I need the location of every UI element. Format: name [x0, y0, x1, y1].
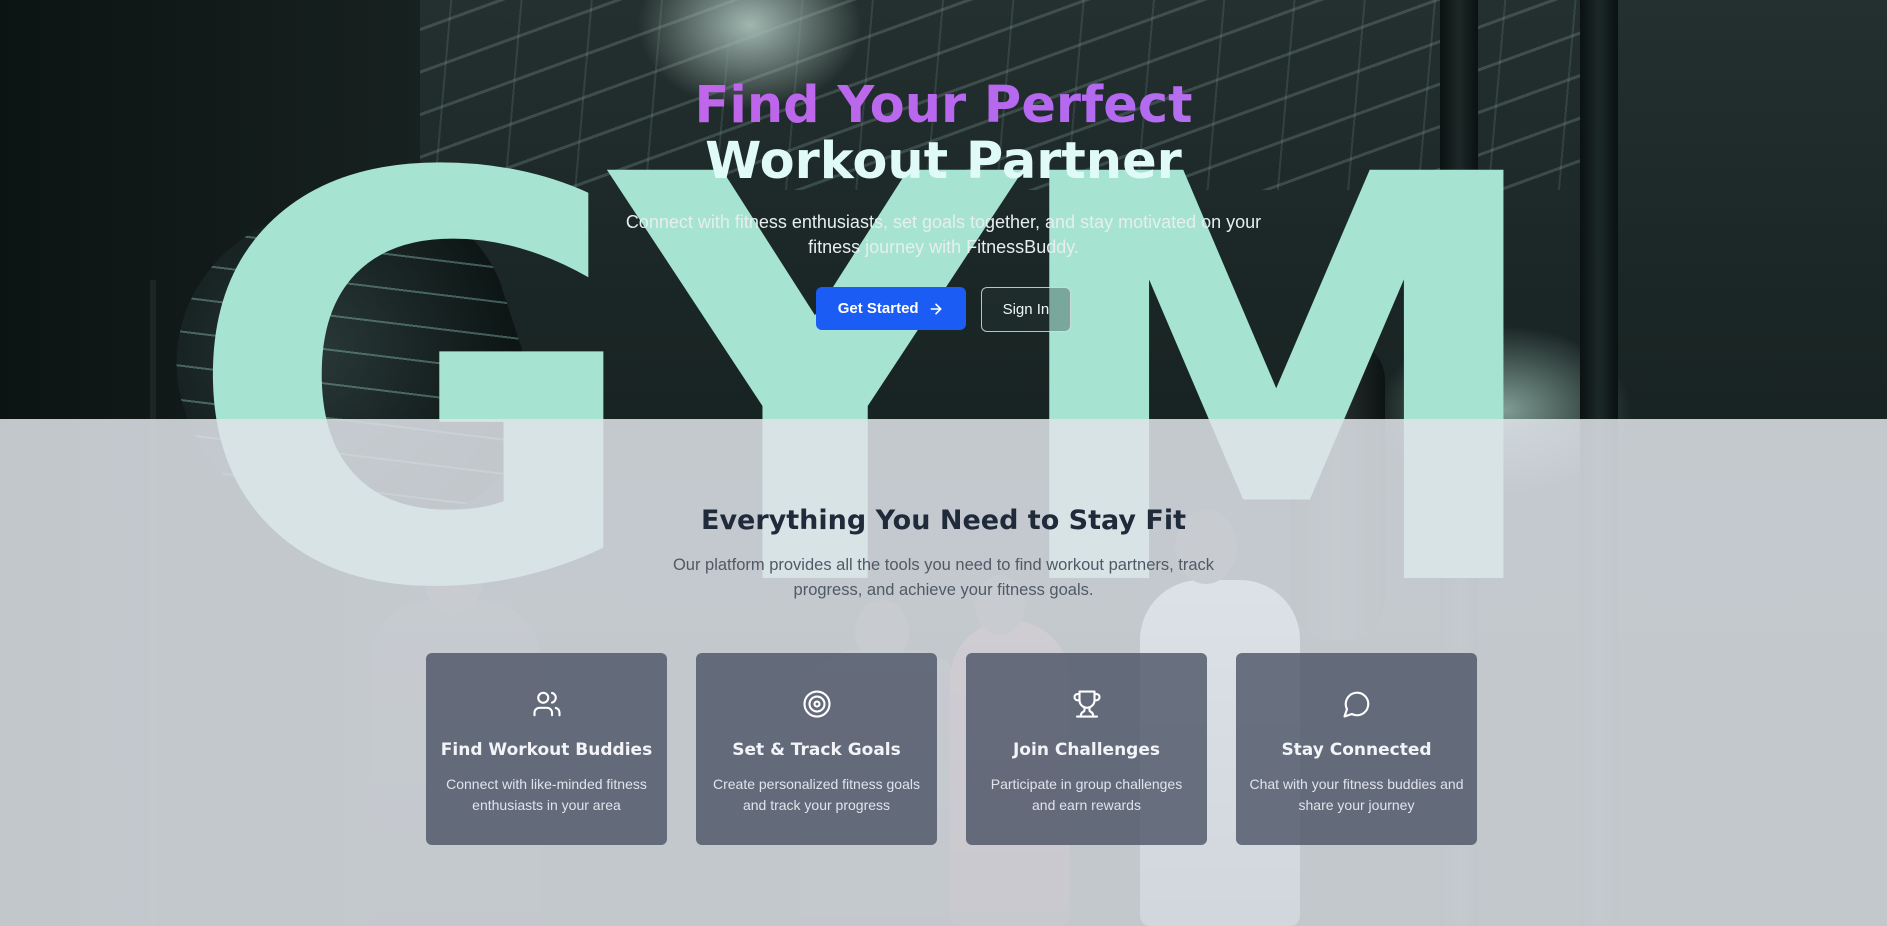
feature-card-description: Create personalized fitness goals and tr… — [712, 776, 920, 813]
hero-actions: Get Started Sign In — [0, 287, 1887, 332]
hero-title-highlight: Find Your Perfect — [0, 78, 1887, 134]
trophy-icon — [1072, 689, 1102, 719]
features-subtitle: Our platform provides all the tools you … — [672, 556, 1215, 599]
feature-card-title: Join Challenges — [1012, 740, 1160, 760]
get-started-button[interactable]: Get Started — [815, 287, 966, 330]
feature-card-goals: Set & Track Goals Create personalized fi… — [696, 653, 937, 845]
message-circle-icon — [1342, 689, 1372, 719]
feature-cards: Find Workout Buddies Connect with like-m… — [426, 653, 1477, 845]
sign-in-button[interactable]: Sign In — [980, 287, 1072, 332]
arrow-right-icon — [930, 303, 942, 314]
feature-card-title: Stay Connected — [1281, 740, 1432, 760]
feature-card-description: Participate in group challenges and earn… — [990, 776, 1183, 813]
feature-card-connected: Stay Connected Chat with your fitness bu… — [1236, 653, 1477, 845]
target-icon — [802, 689, 832, 719]
sign-in-label: Sign In — [1002, 301, 1050, 318]
feature-card-challenges: Join Challenges Participate in group cha… — [966, 653, 1207, 845]
hero-section: Find Your Perfect Workout Partner Connec… — [0, 0, 1887, 419]
get-started-label: Get Started — [837, 300, 919, 317]
hero-title: Find Your Perfect Workout Partner — [0, 78, 1887, 190]
feature-card-description: Connect with like-minded fitness enthusi… — [446, 776, 647, 813]
feature-card-title: Find Workout Buddies — [440, 740, 653, 760]
feature-card-description: Chat with your fitness buddies and share… — [1249, 776, 1464, 813]
hero-subtitle: Connect with fitness enthusiasts, set go… — [625, 212, 1262, 257]
hero-title-main: Workout Partner — [705, 132, 1182, 191]
users-icon — [532, 689, 562, 719]
feature-card-title: Set & Track Goals — [732, 740, 901, 760]
features-title: Everything You Need to Stay Fit — [701, 505, 1186, 536]
feature-card-find-buddies: Find Workout Buddies Connect with like-m… — [426, 653, 667, 845]
